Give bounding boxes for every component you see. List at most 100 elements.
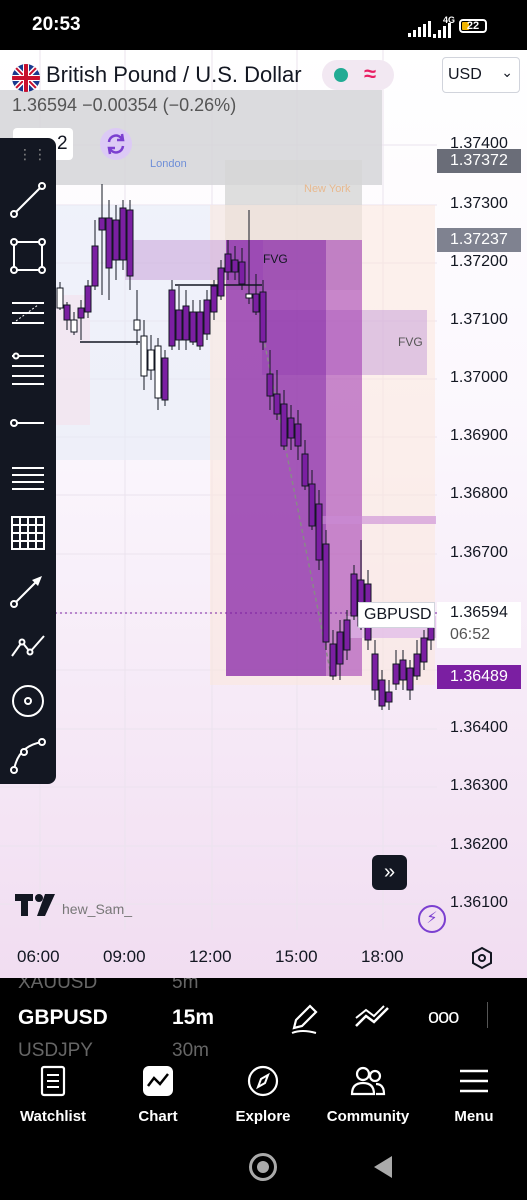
compass-icon xyxy=(247,1065,279,1097)
curve-icon xyxy=(10,738,46,774)
price-tick: 1.36200 xyxy=(450,836,508,853)
chart-area[interactable]: London New York FVG FVG British Pound / … xyxy=(0,50,527,978)
candle-body xyxy=(259,291,267,343)
candle-body xyxy=(231,259,239,273)
candle-body xyxy=(112,219,120,261)
battery-icon: 22 xyxy=(459,19,487,33)
grid-icon xyxy=(11,516,45,550)
candle-body xyxy=(133,319,141,331)
refresh-icon xyxy=(107,133,125,155)
fvg-zone-3 xyxy=(320,516,436,524)
next-symbol[interactable]: USDJPY xyxy=(18,1040,93,1056)
refresh-button[interactable] xyxy=(100,128,132,160)
trend-line-icon xyxy=(10,182,46,218)
candle-body xyxy=(91,245,99,287)
candle-body xyxy=(399,659,407,681)
more-options-icon[interactable]: ooo xyxy=(428,1006,459,1029)
candle-body xyxy=(126,209,134,277)
nav-menu[interactable]: Menu xyxy=(424,1056,524,1136)
current-interval[interactable]: 15m xyxy=(172,1006,214,1030)
hamburger-menu-icon xyxy=(460,1069,488,1093)
nav-explore[interactable]: Explore xyxy=(213,1056,313,1136)
candlestick-chart[interactable] xyxy=(0,50,527,978)
home-button-icon[interactable] xyxy=(249,1153,277,1181)
path-tool[interactable] xyxy=(8,626,48,666)
candle-body xyxy=(266,373,274,397)
arrow-tool[interactable] xyxy=(8,570,48,610)
rectangle-tool[interactable] xyxy=(8,236,48,276)
pitchfork-tool[interactable] xyxy=(8,458,48,498)
candle-body xyxy=(378,679,386,707)
system-nav-bar xyxy=(0,1136,527,1200)
fvg-label-2: FVG xyxy=(398,335,423,349)
price-tick: 1.37200 xyxy=(450,253,508,270)
back-button-icon[interactable] xyxy=(372,1154,394,1185)
gann-box-tool[interactable] xyxy=(8,513,48,553)
market-status-pill[interactable]: ≈ xyxy=(322,60,394,90)
candle-body xyxy=(56,287,64,309)
candle-body xyxy=(245,293,253,299)
candle-body xyxy=(350,573,358,617)
candle-body xyxy=(336,631,344,665)
candle-body xyxy=(203,299,211,335)
fib-extension-tool[interactable] xyxy=(8,348,48,388)
prev-interval[interactable]: 5m xyxy=(172,978,198,994)
nav-community[interactable]: Community xyxy=(318,1056,418,1136)
nav-watchlist[interactable]: Watchlist xyxy=(3,1056,103,1136)
drag-handle-icon[interactable]: ⋮⋮ xyxy=(18,146,48,163)
lightning-icon[interactable]: ⚡ xyxy=(418,905,446,933)
candle-body xyxy=(63,304,71,321)
author-watermark: hew_Sam_ xyxy=(62,901,133,917)
candle-body xyxy=(70,319,78,333)
symbol-title[interactable]: British Pound / U.S. Dollar xyxy=(46,62,302,88)
candle-body xyxy=(238,261,246,285)
time-tick: 18:00 xyxy=(361,947,404,966)
curve-tool[interactable] xyxy=(8,736,48,776)
candle-body xyxy=(315,503,323,561)
price-tick: 1.37000 xyxy=(450,369,508,386)
candle-body xyxy=(322,543,330,643)
scroll-to-realtime-button[interactable]: » xyxy=(372,855,407,890)
symbol-strip[interactable]: XAUUSD 5m GBPUSD 15m USDJPY 30m ooo xyxy=(0,978,527,1056)
signal-icon xyxy=(406,19,431,37)
chart-icon xyxy=(143,1066,173,1096)
candle-body xyxy=(294,423,302,447)
draw-pencil-icon[interactable] xyxy=(288,1000,320,1041)
candle-body xyxy=(140,335,148,377)
candle-body xyxy=(189,311,197,343)
price-tick: 1.36300 xyxy=(450,777,508,794)
candle-body xyxy=(273,393,281,415)
double-chevron-right-icon: » xyxy=(383,861,396,883)
symbol-tag: GBPUSD xyxy=(358,602,435,628)
drawings-toggle-icon[interactable] xyxy=(354,1002,390,1037)
next-interval[interactable]: 30m xyxy=(172,1040,209,1056)
horizontal-ray-tool[interactable] xyxy=(8,403,48,443)
candle-body xyxy=(105,217,113,269)
signal-icon-2 xyxy=(431,20,451,38)
time-tick: 12:00 xyxy=(189,947,232,966)
current-symbol[interactable]: GBPUSD xyxy=(18,1006,108,1030)
fvg-label-1: FVG xyxy=(263,252,288,266)
circle-icon xyxy=(12,685,44,717)
circle-tool[interactable] xyxy=(8,681,48,721)
fib-retracement-tool[interactable] xyxy=(8,293,48,333)
price-readout: 1.36594 −0.00354 (−0.26%) xyxy=(12,95,237,115)
currency-select[interactable]: USD ⌄ xyxy=(442,57,520,93)
price-label-high: 1.37372 xyxy=(437,149,521,173)
rectangle-icon xyxy=(10,238,46,274)
candle-body xyxy=(406,667,414,691)
nav-chart[interactable]: Chart xyxy=(108,1056,208,1136)
chart-settings-icon[interactable] xyxy=(470,946,494,975)
price-tick: 1.36900 xyxy=(450,427,508,444)
price-label-level: 1.37237 xyxy=(437,228,521,252)
candle-body xyxy=(385,691,393,703)
current-price-box: 1.36594 06:52 xyxy=(437,602,521,648)
candle-body xyxy=(161,357,169,401)
trend-line-tool[interactable] xyxy=(8,180,48,220)
prev-symbol[interactable]: XAUUSD xyxy=(18,978,97,994)
fib-extension-icon xyxy=(12,352,44,385)
candle-body xyxy=(252,293,260,313)
price-tick: 1.36800 xyxy=(450,485,508,502)
time-tick: 09:00 xyxy=(103,947,146,966)
drawing-toolbar: ⋮⋮ xyxy=(0,138,56,784)
